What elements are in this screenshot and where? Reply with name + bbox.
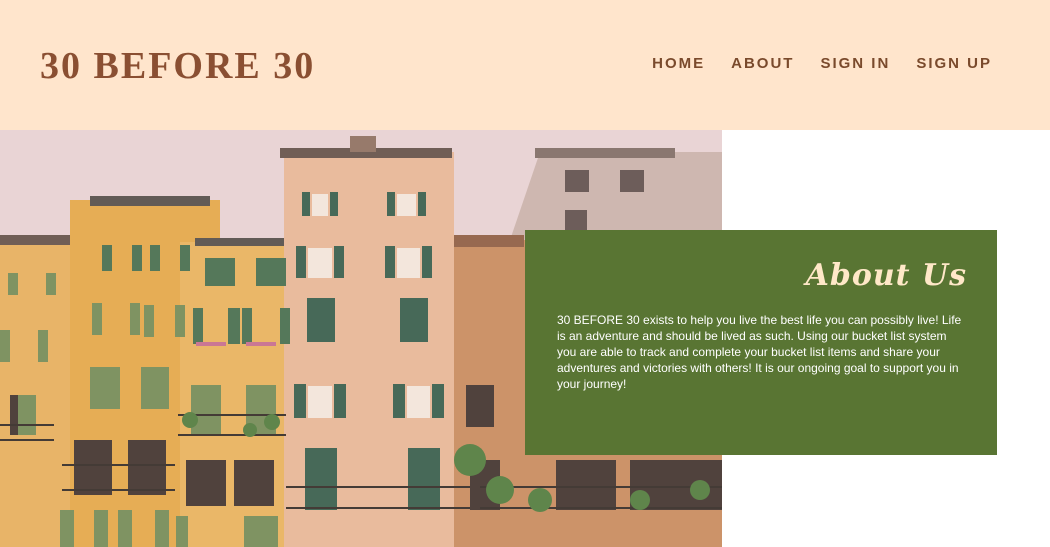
main-nav: HOME ABOUT SIGN IN SIGN UP (652, 55, 992, 72)
site-logo[interactable]: 30 BEFORE 30 (40, 44, 315, 88)
nav-sign-in-link[interactable]: SIGN IN (820, 55, 890, 72)
nav-home-link[interactable]: HOME (652, 55, 705, 72)
about-us-text: 30 BEFORE 30 exists to help you live the… (557, 313, 962, 391)
nav-sign-up-link[interactable]: SIGN UP (916, 55, 992, 72)
about-us-card: About Us 30 BEFORE 30 exists to help you… (525, 230, 997, 455)
nav-about-link[interactable]: ABOUT (731, 55, 794, 72)
site-header: 30 BEFORE 30 HOME ABOUT SIGN IN SIGN UP (0, 0, 1050, 130)
about-us-heading: About Us (805, 258, 967, 293)
